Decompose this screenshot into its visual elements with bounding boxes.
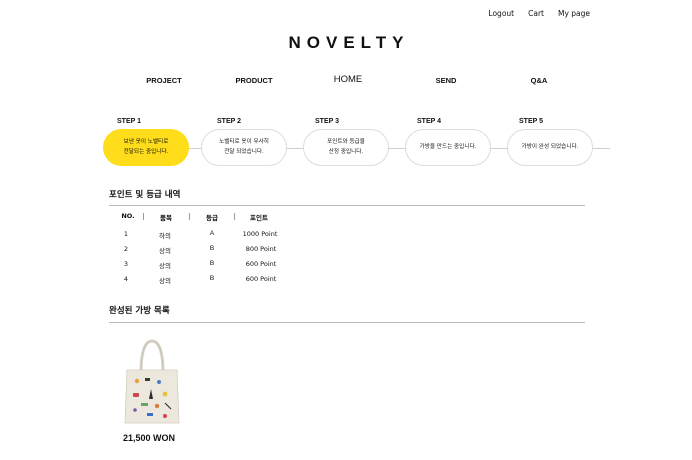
col-item: 품목	[160, 214, 172, 222]
col-no: NO.	[121, 212, 135, 220]
step-5-label: STEP 5	[519, 118, 543, 125]
row-item: 하의	[159, 232, 171, 240]
table-row: 3 상의 B 600 Point	[109, 260, 309, 270]
tote-bag-image[interactable]	[121, 337, 185, 427]
cart-link[interactable]: Cart	[528, 9, 544, 18]
step-3-box: 포인트와 등급을 산정 중입니다.	[303, 129, 389, 166]
step-3-label: STEP 3	[315, 118, 339, 125]
progress-steps: STEP 1 보낸 옷이 노벨티로 전달되는 중입니다. STEP 2 노벨티로…	[100, 118, 610, 178]
row-grade: B	[209, 275, 215, 282]
row-item: 상의	[159, 277, 171, 285]
table-row: 2 상의 B 800 Point	[109, 245, 309, 255]
bags-section-title: 완성된 가방 목록	[109, 306, 170, 316]
col-separator	[143, 213, 144, 220]
row-grade: A	[209, 230, 215, 237]
nav-item-product[interactable]: PRODUCT	[235, 76, 272, 85]
nav-item-project[interactable]: PROJECT	[146, 76, 181, 85]
step-4-box: 가방을 만드는 중입니다.	[405, 129, 491, 166]
step-2-label: STEP 2	[217, 118, 241, 125]
nav-item-qna[interactable]: Q&A	[531, 76, 548, 85]
row-no: 2	[123, 245, 129, 253]
table-row: 1 하의 A 1000 Point	[109, 230, 309, 240]
row-points: 600 Point	[245, 275, 277, 283]
nav-item-send[interactable]: SEND	[436, 76, 457, 85]
row-item: 상의	[159, 247, 171, 255]
step-1-label: STEP 1	[117, 118, 141, 125]
points-table-header: NO. 품목 등급 포인트	[109, 212, 309, 222]
points-section-divider	[109, 205, 585, 206]
step-1-box: 보낸 옷이 노벨티로 전달되는 중입니다.	[103, 129, 189, 166]
step-5-box: 가방이 완성 되었습니다.	[507, 129, 593, 166]
row-no: 4	[123, 275, 129, 283]
tote-bag-icon	[124, 339, 180, 424]
col-separator	[234, 213, 235, 220]
row-no: 1	[123, 230, 129, 238]
step-2-box: 노벨티로 옷이 무사히 전달 되었습니다.	[201, 129, 287, 166]
top-links: Logout Cart My page	[488, 9, 590, 18]
table-row: 4 상의 B 600 Point	[109, 275, 309, 285]
main-nav: PROJECT PRODUCT HOME SEND Q&A	[0, 74, 692, 88]
row-no: 3	[123, 260, 129, 268]
col-grade: 등급	[206, 214, 218, 222]
logout-link[interactable]: Logout	[488, 9, 514, 18]
col-separator	[189, 213, 190, 220]
site-logo[interactable]: NOVELTY	[0, 33, 692, 53]
row-points: 600 Point	[245, 260, 277, 268]
nav-item-home[interactable]: HOME	[334, 74, 363, 85]
step-4-label: STEP 4	[417, 118, 441, 125]
row-points: 1000 Point	[242, 230, 278, 238]
bags-section-divider	[109, 322, 585, 323]
row-grade: B	[209, 260, 215, 267]
col-points: 포인트	[250, 214, 268, 222]
row-points: 800 Point	[245, 245, 277, 253]
bag-price: 21,500 WON	[123, 433, 176, 443]
my-page-link[interactable]: My page	[558, 9, 590, 18]
row-grade: B	[209, 245, 215, 252]
row-item: 상의	[159, 262, 171, 270]
points-section-title: 포인트 및 등급 내역	[109, 190, 181, 200]
